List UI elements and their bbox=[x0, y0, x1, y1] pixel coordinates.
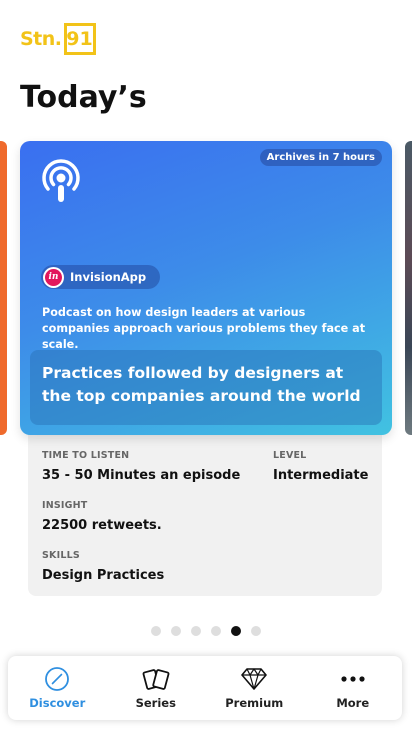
card-details-panel: TIME TO LISTEN 35 - 50 Minutes an episod… bbox=[28, 420, 382, 596]
app-name: InvisionApp bbox=[70, 270, 147, 284]
brand-logo-text: Stn. bbox=[20, 28, 62, 50]
tab-discover[interactable]: Discover bbox=[8, 656, 107, 720]
diamond-icon bbox=[239, 666, 269, 692]
level-label: LEVEL bbox=[273, 450, 307, 461]
insight-value: 22500 retweets. bbox=[42, 518, 162, 533]
card-headline: Practices followed by designers at the t… bbox=[42, 364, 361, 405]
brand-logo-number: 91 bbox=[63, 23, 96, 55]
skills-value: Design Practices bbox=[42, 568, 165, 583]
tab-premium[interactable]: Premium bbox=[205, 656, 304, 720]
skills-label: SKILLS bbox=[42, 550, 80, 561]
time-to-listen-label: TIME TO LISTEN bbox=[42, 450, 130, 461]
pagination-dot[interactable] bbox=[211, 626, 221, 636]
page-title: Today’s bbox=[20, 80, 147, 115]
pagination-dot[interactable] bbox=[171, 626, 181, 636]
podcast-icon bbox=[40, 159, 82, 209]
invision-logo-icon: in bbox=[43, 266, 64, 288]
bottom-tab-bar: Discover Series Premium More bbox=[8, 656, 402, 720]
tab-series[interactable]: Series bbox=[107, 656, 206, 720]
tab-discover-label: Discover bbox=[29, 696, 86, 710]
app-logo-text: in bbox=[45, 268, 62, 286]
next-card-peek[interactable] bbox=[405, 141, 412, 435]
time-to-listen-value: 35 - 50 Minutes an episode bbox=[42, 468, 241, 483]
archive-badge: Archives in 7 hours bbox=[259, 149, 382, 166]
compass-icon bbox=[42, 666, 72, 692]
pagination-dot[interactable] bbox=[251, 626, 261, 636]
card-headline-box: Practices followed by designers at the t… bbox=[30, 350, 382, 425]
pagination-dot[interactable] bbox=[151, 626, 161, 636]
more-dots-icon bbox=[338, 666, 368, 692]
cards-icon bbox=[141, 666, 171, 692]
tab-more[interactable]: More bbox=[304, 656, 403, 720]
app-source-pill[interactable]: in InvisionApp bbox=[41, 265, 161, 289]
previous-card-peek[interactable] bbox=[0, 141, 7, 435]
brand-logo: Stn. 91 bbox=[20, 20, 96, 58]
pagination-dot[interactable] bbox=[191, 626, 201, 636]
level-value: Intermediate bbox=[273, 468, 369, 483]
tab-more-label: More bbox=[336, 696, 370, 710]
tab-premium-label: Premium bbox=[225, 696, 284, 710]
podcast-card[interactable]: Archives in 7 hours in InvisionApp Podca… bbox=[20, 141, 392, 435]
tab-series-label: Series bbox=[135, 696, 176, 710]
insight-label: INSIGHT bbox=[42, 500, 88, 511]
carousel-pagination bbox=[0, 626, 412, 636]
pagination-dot-active[interactable] bbox=[231, 626, 241, 636]
card-description: Podcast on how design leaders at various… bbox=[42, 306, 366, 351]
